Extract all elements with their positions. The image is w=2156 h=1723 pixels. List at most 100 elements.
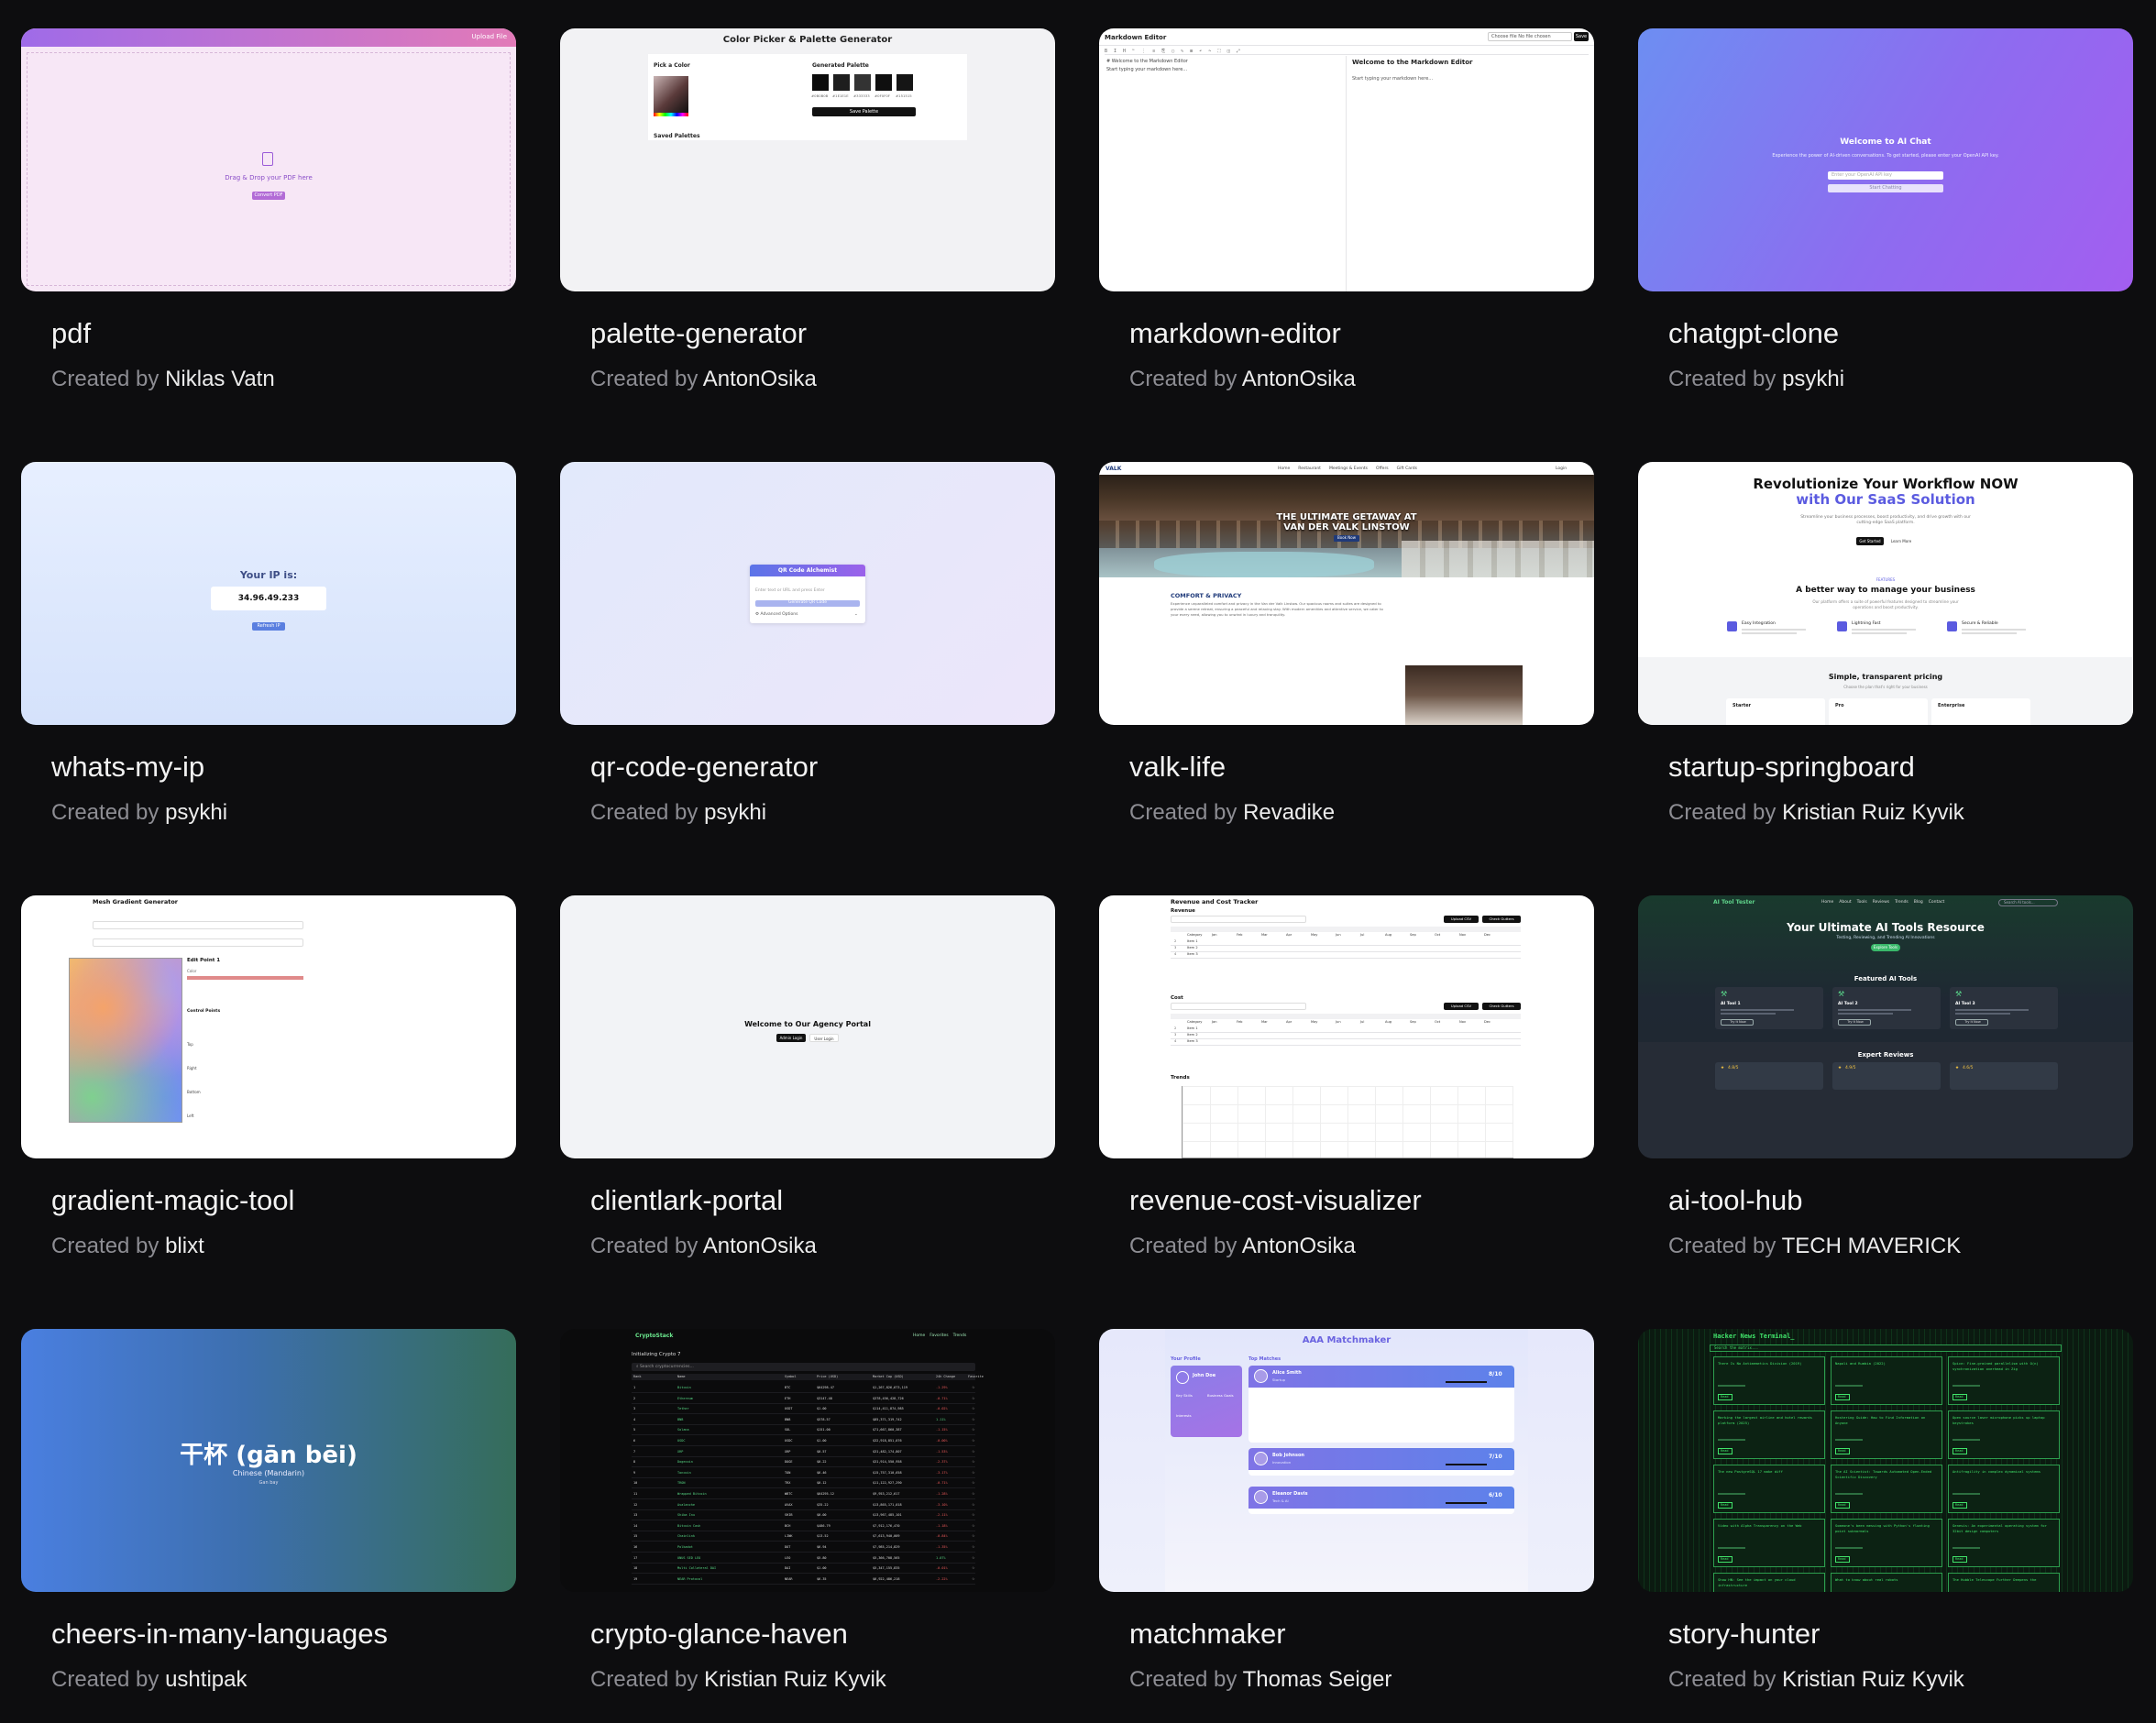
story-card[interactable]: Hostering Guide: How to Find Information… [1831, 1410, 1942, 1459]
item-cell[interactable]: Item 3 [1187, 952, 1198, 956]
search-input[interactable]: ⌕ Search cryptocurrencies... [632, 1363, 975, 1371]
column-header[interactable]: Price (USD) [817, 1375, 838, 1378]
check-gutters-button[interactable]: Check Gutters [1482, 1003, 1521, 1010]
save-button[interactable]: Save [1574, 32, 1589, 41]
login-link[interactable]: Login [1556, 466, 1567, 471]
review-card[interactable]: ★ 4.8/5 [1715, 1062, 1823, 1090]
story-card[interactable]: Spice: Fine-grained parallelism with O(n… [1948, 1356, 2060, 1405]
table-row[interactable]: 4 BNB BNB $578.57 $85,371,319,742 1.11% ☆ [632, 1415, 975, 1425]
project-thumbnail[interactable]: Revenue and Cost Tracker Revenue Cost Tr… [1099, 895, 1594, 1158]
refresh-ip-button[interactable]: Refresh IP [252, 622, 285, 631]
project-card-palette-generator[interactable]: Color Picker & Palette Generator Pick a … [560, 28, 1055, 462]
star-icon[interactable]: ☆ [972, 1427, 975, 1432]
author-name[interactable]: TECH MAVERICK [1782, 1234, 1962, 1258]
match-card[interactable]: Eleanor Davis Tech & AI 6/10 [1248, 1487, 1514, 1514]
tool-card[interactable]: ⚒ AI Tool 3 Try It Now [1950, 987, 2058, 1029]
story-card[interactable]: Marking the largest airline and hotel re… [1713, 1410, 1825, 1459]
height-input[interactable] [93, 938, 303, 947]
project-card-valk-life[interactable]: VALK Home Restaurant Meetings & Events Offe… [1099, 462, 1594, 895]
project-title[interactable]: gradient-magic-tool [21, 1184, 516, 1217]
nav-item[interactable]: About [1839, 900, 1851, 905]
author-name[interactable]: psykhi [165, 800, 227, 825]
item-cell[interactable]: Item 2 [1187, 1033, 1198, 1037]
star-icon[interactable]: ☆ [972, 1502, 975, 1507]
project-card-pdf[interactable]: Upload File Drag & Drop your PDF here Co… [21, 28, 516, 462]
story-card[interactable]: There Is No Antimemetics Division (2019)… [1713, 1356, 1825, 1405]
nav-item[interactable]: Restaurant [1298, 466, 1321, 471]
author-name[interactable]: AntonOsika [1242, 367, 1356, 391]
story-title[interactable]: Napoli and Rumbia (2022) [1835, 1361, 1938, 1366]
project-thumbnail[interactable]: Upload File Drag & Drop your PDF here Co… [21, 28, 516, 291]
profile-card[interactable]: John Doe Key Skills Business Goals Inter… [1171, 1366, 1242, 1437]
story-title[interactable]: Antifragility in complex dynamical syste… [1952, 1469, 2055, 1475]
star-icon[interactable]: ☆ [972, 1533, 975, 1538]
table-row[interactable]: 15 Chainlink LINK $13.52 $7,613,940,009 -0.84… [632, 1531, 975, 1542]
star-icon[interactable]: ☆ [972, 1396, 975, 1400]
project-card-startup-springboard[interactable]: Revolutionize Your Workflow NOW with Our… [1638, 462, 2133, 895]
story-title[interactable]: What to know about real robots [1835, 1577, 1938, 1583]
table-row[interactable]: 10 TRON TRX $0.12 $11,122,927,290 -0.71% ☆ [632, 1478, 975, 1489]
read-button[interactable]: Read [1835, 1394, 1850, 1400]
nav-menu[interactable]: Home Restaurant Meetings & Events Offers Gif… [1278, 466, 1425, 471]
project-thumbnail[interactable]: Markdown Editor Choose file No file chos… [1099, 28, 1594, 291]
item-cell[interactable]: Item 1 [1187, 1026, 1198, 1030]
author-name[interactable]: Kristian Ruiz Kyvik [1782, 800, 1964, 825]
read-button[interactable]: Read [1718, 1394, 1732, 1400]
star-icon[interactable]: ☆ [972, 1576, 975, 1581]
nav-item[interactable]: Favorites [930, 1333, 948, 1338]
nav-item[interactable]: Offers [1376, 466, 1389, 471]
story-title[interactable]: Genesis: An experimental operating syste… [1952, 1523, 2055, 1533]
nav-menu[interactable]: Home About Tools Reviews Trends Blog Contact [1821, 900, 1950, 905]
item-cell[interactable]: Item 1 [1187, 939, 1198, 943]
story-card[interactable]: The Hubble Telescope Further Deepens the [1948, 1573, 2060, 1592]
palette-swatch[interactable] [854, 74, 871, 91]
star-icon[interactable]: ☆ [972, 1438, 975, 1443]
star-icon[interactable]: ☆ [972, 1449, 975, 1454]
project-card-cheers-in-many-languages[interactable]: 干杯 (gān bēi) Chinese (Mandarin) Gan bay … [21, 1329, 516, 1723]
width-input[interactable] [93, 921, 303, 929]
project-thumbnail[interactable]: Welcome to AI Chat Experience the power … [1638, 28, 2133, 291]
plan-card[interactable]: Starter [1726, 698, 1825, 725]
star-icon[interactable]: ☆ [972, 1512, 975, 1517]
story-title[interactable]: Show HN: See the impact on your cloud in… [1718, 1577, 1820, 1587]
table-row[interactable]: 6 USDC USDC $1.00 $32,918,851,076 -0.00% ☆ [632, 1436, 975, 1446]
drop-zone[interactable] [27, 52, 511, 286]
project-title[interactable]: valk-life [1099, 751, 1594, 784]
project-title[interactable]: startup-springboard [1638, 751, 2133, 784]
convert-pdf-button[interactable]: Convert PDF [252, 192, 285, 200]
start-chatting-button[interactable]: Start Chatting [1828, 184, 1943, 192]
read-button[interactable]: Read [1835, 1556, 1850, 1563]
upload-csv-button[interactable]: Upload CSV [1444, 916, 1479, 923]
project-thumbnail[interactable]: AAA Matchmaker Your Profile John Doe Key… [1099, 1329, 1594, 1592]
match-card[interactable]: Alice Smith Startup 8/10 [1248, 1366, 1514, 1443]
story-card[interactable]: Open source laser microphone picks up la… [1948, 1410, 2060, 1459]
table-row[interactable]: 13 Shiba Inu SHIB $0.00 $13,967,485,101 -2.11… [632, 1510, 975, 1521]
tool-card[interactable]: ⚒ AI Tool 1 Try It Now [1715, 987, 1823, 1029]
user-login-button[interactable]: User Login [809, 1034, 839, 1042]
star-icon[interactable]: ☆ [972, 1385, 975, 1389]
table-row[interactable]: 16 Polkadot DOT $6.94 $7,985,214,829 -1.35% ☆ [632, 1542, 975, 1553]
story-title[interactable]: There Is No Antimemetics Division (2019) [1718, 1361, 1820, 1366]
project-card-revenue-cost-visualizer[interactable]: Revenue and Cost Tracker Revenue Cost Tr… [1099, 895, 1594, 1329]
csv-file-input[interactable] [1171, 916, 1306, 923]
author-name[interactable]: blixt [165, 1234, 204, 1258]
author-name[interactable]: Kristian Ruiz Kyvik [704, 1667, 886, 1692]
nav-item[interactable]: Gift Cards [1397, 466, 1417, 471]
plan-card[interactable]: Pro [1829, 698, 1928, 725]
story-card[interactable]: Someone's been messing with Python's flo… [1831, 1519, 1942, 1567]
story-title[interactable]: The Hubble Telescope Further Deepens the [1952, 1577, 2055, 1583]
project-thumbnail[interactable]: Hacker News Terminal_ Search the matrix.… [1638, 1329, 2133, 1592]
api-key-input[interactable]: Enter your OpenAI API key [1828, 171, 1943, 180]
project-title[interactable]: matchmaker [1099, 1618, 1594, 1651]
project-thumbnail[interactable]: CryptoStack Home Favorites Trends Initiali… [560, 1329, 1055, 1592]
author-name[interactable]: AntonOsika [703, 1234, 817, 1258]
author-name[interactable]: psykhi [704, 800, 766, 825]
story-title[interactable]: Spice: Fine-grained parallelism with O(n… [1952, 1361, 2055, 1371]
read-button[interactable]: Read [1718, 1502, 1732, 1509]
palette-swatch[interactable] [875, 74, 892, 91]
table-row[interactable]: 1 Bitcoin BTC $64298.47 $1,267,826,673,119 -1… [632, 1383, 975, 1393]
nav-item[interactable]: Trends [1895, 900, 1908, 905]
story-title[interactable]: Hostering Guide: How to Find Information… [1835, 1415, 1938, 1425]
project-card-crypto-glance-haven[interactable]: CryptoStack Home Favorites Trends Initiali… [560, 1329, 1055, 1723]
item-cell[interactable]: Item 3 [1187, 1039, 1198, 1043]
